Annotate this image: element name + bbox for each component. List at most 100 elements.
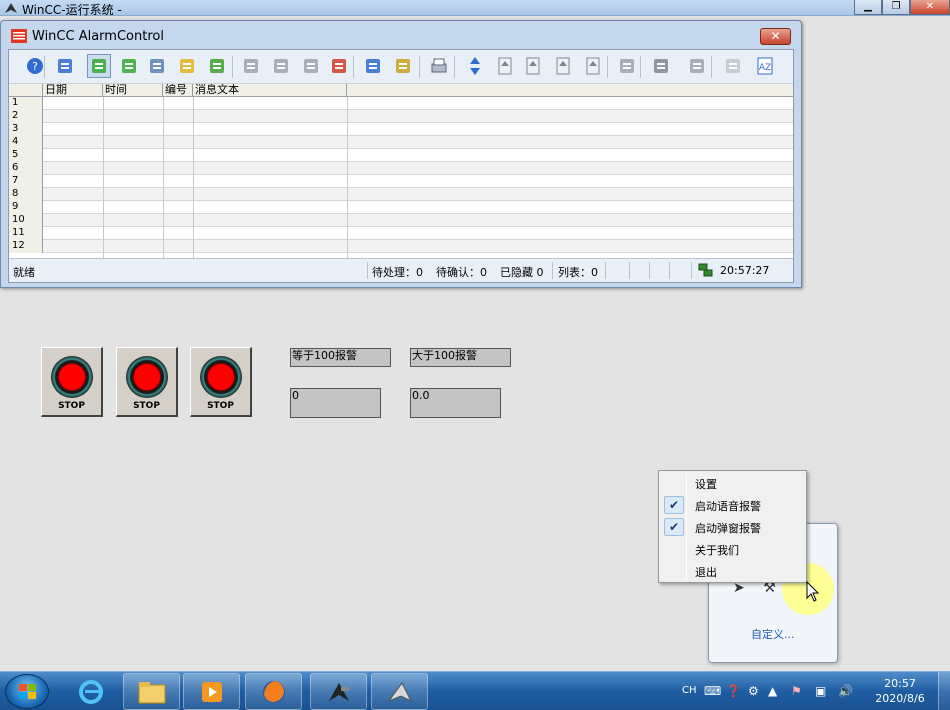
table-row[interactable]: 3 bbox=[9, 123, 793, 136]
comment-icon[interactable] bbox=[649, 54, 673, 78]
table-row[interactable]: 4 bbox=[9, 136, 793, 149]
column-header-time[interactable]: 时间 bbox=[103, 84, 163, 97]
row-number: 5 bbox=[9, 149, 43, 162]
table-row[interactable]: 5 bbox=[9, 149, 793, 162]
configure-icon[interactable] bbox=[53, 54, 77, 78]
check-icon: ✔ bbox=[664, 518, 684, 536]
stop-button-3[interactable]: STOP bbox=[190, 347, 252, 417]
stop-indicator-icon bbox=[51, 356, 93, 398]
statistics-list-icon[interactable] bbox=[205, 54, 229, 78]
maximize-button[interactable]: ❐ bbox=[882, 0, 910, 15]
network-icon[interactable]: ▣ bbox=[815, 684, 826, 698]
menu-item-label: 关于我们 bbox=[695, 544, 739, 557]
customize-link[interactable]: 自定义... bbox=[751, 626, 795, 642]
action-center-icon[interactable]: ⚑ bbox=[791, 684, 802, 698]
row-number: 8 bbox=[9, 188, 43, 201]
column-header-number[interactable]: 编号 bbox=[163, 84, 193, 97]
help-tray-icon[interactable]: ❓ bbox=[726, 684, 741, 698]
row-number: 3 bbox=[9, 123, 43, 136]
message-list-icon[interactable] bbox=[87, 54, 111, 78]
table-row[interactable]: 10 bbox=[9, 214, 793, 227]
previous-message-icon-glyph bbox=[526, 57, 540, 75]
table-row[interactable]: 12 bbox=[9, 240, 793, 253]
lock-icon[interactable] bbox=[721, 54, 745, 78]
group-ack-icon[interactable] bbox=[299, 54, 323, 78]
column-header-message-text[interactable]: 消息文本 bbox=[193, 84, 347, 97]
autoscroll-icon[interactable] bbox=[463, 54, 487, 78]
volume-icon[interactable]: 🔊 bbox=[838, 684, 853, 698]
toolbar-separator bbox=[607, 56, 608, 78]
taskbar-clock[interactable]: 20:57 2020/8/6 bbox=[868, 676, 932, 706]
journal-list-icon-glyph bbox=[150, 59, 164, 73]
table-row[interactable]: 8 bbox=[9, 188, 793, 201]
status-divider bbox=[605, 262, 606, 279]
close-button[interactable]: ✕ bbox=[910, 0, 950, 15]
display-options-icon[interactable] bbox=[391, 54, 415, 78]
ack-central-icon[interactable] bbox=[239, 54, 263, 78]
alarm-toolbar: ? AZ bbox=[9, 50, 793, 84]
sort-dialog-icon[interactable]: AZ bbox=[753, 54, 777, 78]
menu-item-voice-alarm[interactable]: ✔ 启动语音报警 bbox=[661, 495, 804, 515]
alarm-close-button[interactable]: ✕ bbox=[760, 28, 791, 45]
language-indicator[interactable]: CH bbox=[682, 685, 697, 696]
next-message-icon-glyph bbox=[556, 57, 570, 75]
show-desktop-button[interactable] bbox=[938, 672, 950, 710]
stop-button-label: STOP bbox=[133, 401, 160, 411]
clock-time: 20:57 bbox=[884, 677, 916, 690]
history-list-icon[interactable] bbox=[117, 54, 141, 78]
previous-message-icon[interactable] bbox=[521, 54, 545, 78]
menu-item-settings[interactable]: 设置 bbox=[661, 473, 804, 493]
equal-value-field[interactable]: 0 bbox=[290, 388, 381, 418]
start-button[interactable] bbox=[5, 674, 49, 709]
table-row[interactable]: 9 bbox=[9, 201, 793, 214]
keyboard-icon[interactable]: ⌨ bbox=[704, 684, 721, 698]
wincc-tool-icon bbox=[328, 682, 349, 701]
show-hidden-icons-button[interactable]: ▲ bbox=[768, 684, 777, 698]
last-message-icon[interactable] bbox=[581, 54, 605, 78]
stop-button-2[interactable]: STOP bbox=[116, 347, 178, 417]
info-text-icon[interactable] bbox=[615, 54, 639, 78]
configure-icon-glyph bbox=[58, 59, 72, 73]
row-number: 9 bbox=[9, 201, 43, 214]
lock-list-icon[interactable] bbox=[175, 54, 199, 78]
minimize-button[interactable]: ▁ bbox=[854, 0, 882, 15]
table-row[interactable]: 11 bbox=[9, 227, 793, 240]
taskbar-wincc-runtime[interactable] bbox=[371, 673, 428, 710]
greater-value-field[interactable]: 0.0 bbox=[410, 388, 501, 418]
selection-dialog-icon-glyph bbox=[366, 59, 380, 73]
alarm-titlebar[interactable]: WinCC AlarmControl ✕ bbox=[1, 21, 801, 49]
first-message-icon-glyph bbox=[498, 57, 512, 75]
comment-icon-glyph bbox=[654, 59, 668, 73]
taskbar-explorer[interactable] bbox=[123, 673, 180, 710]
emergency-ack-icon[interactable] bbox=[327, 54, 351, 78]
ime-options-icon[interactable]: ⚙ bbox=[748, 684, 759, 698]
menu-item-popup-alarm[interactable]: ✔ 启动弹窗报警 bbox=[661, 517, 804, 537]
taskbar-firefox[interactable] bbox=[245, 673, 302, 710]
taskbar-ie[interactable] bbox=[62, 673, 119, 710]
next-message-icon[interactable] bbox=[551, 54, 575, 78]
status-time: 20:57:27 bbox=[720, 264, 770, 277]
first-message-icon[interactable] bbox=[493, 54, 517, 78]
lock-icon-glyph bbox=[726, 59, 740, 73]
taskbar-media-player[interactable] bbox=[183, 673, 240, 710]
column-header-date[interactable]: 日期 bbox=[43, 84, 103, 97]
emergency-ack-icon-glyph bbox=[332, 59, 346, 73]
taskbar-wincc-tool[interactable] bbox=[310, 673, 367, 710]
ack-central-icon-glyph bbox=[244, 59, 258, 73]
journal-list-icon[interactable] bbox=[145, 54, 169, 78]
single-ack-icon[interactable] bbox=[269, 54, 293, 78]
status-ready: 就绪 bbox=[13, 266, 35, 279]
table-row[interactable]: 6 bbox=[9, 162, 793, 175]
selection-dialog-icon[interactable] bbox=[361, 54, 385, 78]
stop-button-1[interactable]: STOP bbox=[41, 347, 103, 417]
table-row[interactable]: 7 bbox=[9, 175, 793, 188]
toolbar-separator bbox=[711, 56, 712, 78]
sort-dialog-icon-glyph: AZ bbox=[757, 57, 773, 75]
print-icon[interactable] bbox=[427, 54, 451, 78]
status-divider bbox=[552, 262, 553, 279]
table-row[interactable]: 1 bbox=[9, 97, 793, 110]
loop-in-alarm-icon[interactable] bbox=[685, 54, 709, 78]
table-row[interactable]: 2 bbox=[9, 110, 793, 123]
menu-item-about[interactable]: 关于我们 bbox=[661, 539, 804, 559]
menu-item-exit[interactable]: 退出 bbox=[661, 561, 804, 581]
